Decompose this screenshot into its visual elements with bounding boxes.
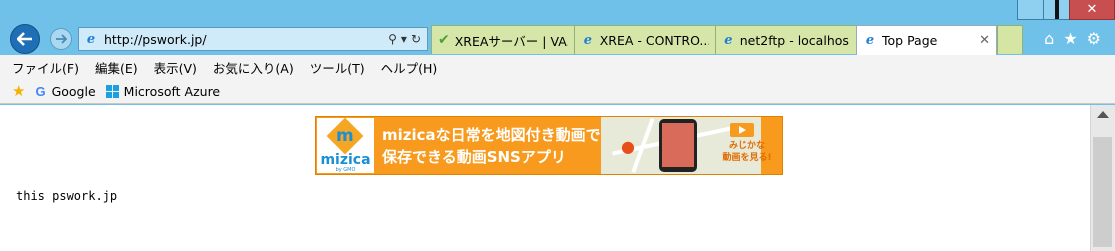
menu-view[interactable]: 表示(V) xyxy=(154,58,197,77)
ie-page-icon: e xyxy=(724,32,733,48)
close-window-button[interactable]: ✕ xyxy=(1069,0,1115,20)
scroll-thumb[interactable] xyxy=(1093,137,1112,247)
page-content: m mizica by GMO mizicaな日常を地図付き動画で 保存できる動… xyxy=(0,105,1090,251)
mizica-logo: m mizica by GMO xyxy=(317,117,374,173)
ie-page-icon: e xyxy=(865,33,875,48)
new-tab-button[interactable] xyxy=(997,25,1023,54)
tab-xrea-control[interactable]: e XREA - CONTRO... xyxy=(574,25,716,54)
gear-icon[interactable]: ⚙ xyxy=(1087,29,1101,48)
tab-xrea-server[interactable]: ✔ XREAサーバー | VA... xyxy=(431,25,575,54)
menu-edit[interactable]: 編集(E) xyxy=(95,58,138,77)
window-controls: ✕ xyxy=(1017,0,1115,22)
add-favorite-icon[interactable]: ★ xyxy=(12,82,25,100)
mizica-logo-icon: m xyxy=(326,117,364,155)
google-icon: G xyxy=(35,83,46,99)
tab-strip: ✔ XREAサーバー | VA... e XREA - CONTRO... e … xyxy=(431,25,1023,55)
menu-help[interactable]: ヘルプ(H) xyxy=(381,58,438,77)
banner-line-1: mizicaな日常を地図付き動画で xyxy=(382,126,601,144)
ad-banner[interactable]: m mizica by GMO mizicaな日常を地図付き動画で 保存できる動… xyxy=(315,116,783,175)
banner-line-2: 保存できる動画SNSアプリ xyxy=(382,148,566,166)
watch-video-cta[interactable]: みじかな 動画を見る! xyxy=(716,121,774,169)
check-icon: ✔ xyxy=(438,32,450,48)
address-bar[interactable]: e http://pswork.jp/ ⚲ ▾ ↻ xyxy=(78,27,428,51)
navigation-bar: e http://pswork.jp/ ⚲ ▾ ↻ ✔ XREAサーバー | V… xyxy=(0,22,1115,55)
address-tools: ⚲ ▾ ↻ xyxy=(388,32,421,46)
back-arrow-icon xyxy=(17,32,32,46)
maximize-icon xyxy=(1055,3,1059,17)
maximize-button[interactable] xyxy=(1043,0,1070,20)
cta-line-2: 動画を見る! xyxy=(722,153,772,163)
cta-line-1: みじかな xyxy=(728,141,765,151)
url-text[interactable]: http://pswork.jp/ xyxy=(104,32,388,47)
back-button[interactable] xyxy=(10,24,40,54)
logo-text: mizica xyxy=(320,152,371,168)
home-icon[interactable]: ⌂ xyxy=(1044,29,1054,48)
favorite-label: Google xyxy=(51,83,96,99)
close-tab-icon[interactable]: ✕ xyxy=(971,33,990,48)
menu-tools[interactable]: ツール(T) xyxy=(310,58,365,77)
cta-text: みじかな 動画を見る! xyxy=(716,140,778,164)
browser-tools: ⌂ ★ ⚙ xyxy=(1044,29,1101,48)
tab-label: XREA - CONTRO... xyxy=(599,32,709,48)
refresh-icon[interactable]: ↻ xyxy=(411,32,421,46)
windows-icon xyxy=(105,84,119,98)
scroll-up-icon[interactable] xyxy=(1097,111,1109,118)
ie-page-icon: e xyxy=(583,32,592,48)
favorite-label: Microsoft Azure xyxy=(123,83,221,99)
menu-file[interactable]: ファイル(F) xyxy=(12,58,79,77)
menu-favorites[interactable]: お気に入り(A) xyxy=(213,58,294,77)
favorite-microsoft-azure[interactable]: Microsoft Azure xyxy=(105,83,221,99)
menu-bar: ファイル(F) 編集(E) 表示(V) お気に入り(A) ツール(T) ヘルプ(… xyxy=(0,55,1115,79)
forward-button[interactable] xyxy=(50,28,72,50)
tab-label: net2ftp - localhos... xyxy=(739,32,850,48)
map-pin-icon: ● xyxy=(621,137,635,156)
phone-image xyxy=(659,119,697,172)
close-icon: ✕ xyxy=(1086,2,1098,17)
tab-top-page[interactable]: e Top Page ✕ xyxy=(856,25,997,55)
search-icon[interactable]: ⚲ xyxy=(388,32,397,46)
favorites-bar: ★ G Google Microsoft Azure xyxy=(0,79,1115,104)
minimize-button[interactable] xyxy=(1017,0,1044,20)
dropdown-icon[interactable]: ▾ xyxy=(401,32,407,46)
tab-net2ftp[interactable]: e net2ftp - localhos... xyxy=(715,25,857,54)
page-text: this pswork.jp xyxy=(16,189,118,203)
tab-label: XREAサーバー | VA... xyxy=(454,33,568,49)
banner-headline: mizicaな日常を地図付き動画で 保存できる動画SNSアプリ xyxy=(382,124,601,168)
vertical-scrollbar[interactable] xyxy=(1090,105,1115,251)
tab-label: Top Page xyxy=(882,33,938,48)
play-icon xyxy=(730,123,754,137)
ie-page-icon: e xyxy=(86,31,96,47)
favorites-star-icon[interactable]: ★ xyxy=(1063,29,1077,48)
gmo-mark: by GMO xyxy=(335,167,356,173)
favorite-google[interactable]: G Google xyxy=(35,84,95,99)
forward-arrow-icon xyxy=(56,34,67,44)
